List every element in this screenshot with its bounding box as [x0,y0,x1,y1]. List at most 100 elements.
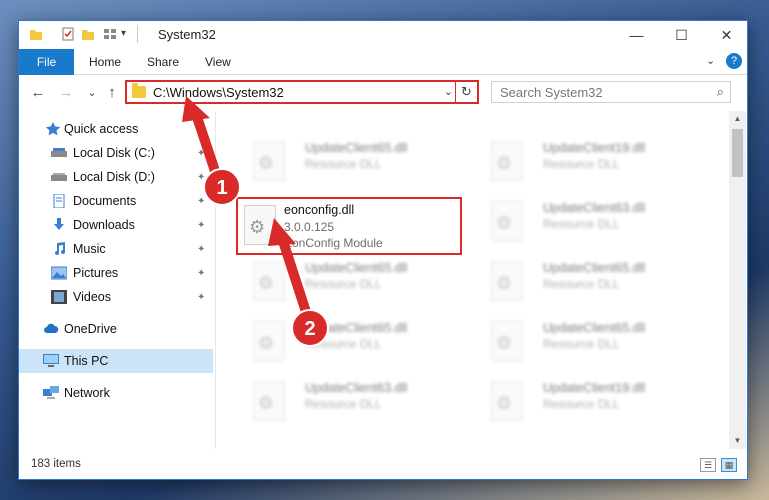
sidebar-item-label: Pictures [73,266,119,280]
file-name: eonconfig.dll [284,203,355,217]
sidebar-item-quick-access[interactable]: Quick access [19,117,213,141]
gear-icon: ⚙ [249,217,266,237]
back-button[interactable]: ← [29,84,47,102]
sidebar-item-documents[interactable]: Documents ✦ [19,189,213,213]
details-view-icon[interactable]: ☰ [700,458,716,472]
file-type: Resource DLL [305,337,382,351]
file-name: UpdateClient63.dll [543,201,646,215]
drive-icon [51,148,67,157]
vertical-scrollbar[interactable]: ▲ ▼ [729,111,746,449]
scroll-down-icon[interactable]: ▼ [729,433,746,449]
forward-button[interactable]: → [57,84,75,102]
tiles-view-icon[interactable]: ▦ [721,458,737,472]
dll-file-icon: ⚙ [491,141,523,181]
title-bar: ▾ System32 — ☐ ✕ [19,21,747,49]
sidebar-item-label: Documents [73,194,137,208]
dll-file-icon: ⚙ [253,141,285,181]
close-button[interactable]: ✕ [704,21,749,49]
file-version: 3.0.0.125 [284,220,335,234]
address-dropdown-icon[interactable]: ⌄ [444,85,453,98]
tab-file[interactable]: File [19,49,74,75]
sidebar-item-pictures[interactable]: Pictures ✦ [19,261,213,285]
dll-file-icon: ⚙ [491,261,523,301]
file-tile[interactable]: ⚙ UpdateClient65.dll Resource DLL [239,137,459,185]
file-tile[interactable]: ⚙ UpdateClient65.dll Resource DLL [477,317,697,365]
download-icon [54,218,64,230]
pictures-icon [51,266,67,280]
sidebar-item-onedrive[interactable]: OneDrive [19,317,213,341]
sidebar-item-label: Network [64,386,110,400]
file-type: Resource DLL [543,277,620,291]
maximize-button[interactable]: ☐ [659,21,704,49]
gear-icon: ⚙ [258,153,275,173]
address-bar[interactable]: C:\Windows\System32 ⌄ ↻ [125,80,479,104]
file-tile-eonconfig[interactable]: ⚙ eonconfig.dll 3.0.0.125 EonConfig Modu… [236,197,462,255]
pin-icon[interactable]: ✦ [197,268,205,279]
gear-icon: ⚙ [496,273,513,293]
address-path[interactable]: C:\Windows\System32 [153,85,284,100]
tab-share[interactable]: Share [135,49,191,75]
pin-icon[interactable]: ✦ [197,292,205,303]
file-list: ⚙ UpdateClient65.dll Resource DLL ⚙ eonc… [219,111,727,449]
computer-icon [43,354,59,367]
pin-icon[interactable]: ✦ [197,172,205,183]
sidebar-item-label: Downloads [73,218,135,232]
file-tile[interactable]: ⚙ UpdateClient19.dll Resource DLL [477,137,697,185]
tab-home[interactable]: Home [77,49,133,75]
sidebar-item-music[interactable]: Music ✦ [19,237,213,261]
item-count: 183 items [31,458,81,470]
recent-locations-button[interactable]: ⌄ [83,84,101,102]
file-tile[interactable]: ⚙ UpdateClient63.dll Resource DLL [477,197,697,245]
pin-icon[interactable]: ✦ [197,244,205,255]
tab-view[interactable]: View [193,49,243,75]
dll-file-icon: ⚙ [253,321,285,361]
pin-icon[interactable]: ✦ [197,220,205,231]
sidebar-item-label: This PC [64,354,109,368]
gear-icon: ⚙ [496,213,513,233]
sidebar-item-this-pc[interactable]: This PC [19,349,213,373]
ribbon-expand-chevron-icon[interactable]: ⌄ [706,54,715,67]
pin-icon[interactable]: ✦ [197,148,205,159]
help-icon[interactable]: ? [726,53,742,69]
properties-icon[interactable] [61,27,75,41]
file-type: Resource DLL [305,277,382,291]
file-tile[interactable]: ⚙ UpdateClient65.dll Resource DLL [239,257,459,305]
search-box[interactable]: ⌕ [491,81,731,103]
sidebar-item-local-disk-d[interactable]: Local Disk (D:) ✦ [19,165,213,189]
customize-toolbar-chevron-icon[interactable]: ▾ [121,28,126,39]
dll-file-icon: ⚙ [491,381,523,421]
search-input[interactable] [492,82,692,102]
network-icon [43,386,59,399]
file-tile[interactable]: ⚙ UpdateClient65.dll Resource DLL [239,317,459,365]
pin-icon[interactable]: ✦ [197,196,205,207]
refresh-button[interactable]: ↻ [455,82,477,102]
file-name: UpdateClient65.dll [543,261,646,275]
title-divider [137,25,138,43]
file-type: Resource DLL [305,397,382,411]
status-bar: 183 items ☰ ▦ [19,453,747,479]
file-type: Resource DLL [543,217,620,231]
scroll-thumb[interactable] [732,129,743,177]
pane-divider[interactable] [215,111,216,449]
new-folder-icon[interactable] [81,27,95,41]
sidebar-item-local-disk-c[interactable]: Local Disk (C:) ✦ [19,141,213,165]
folder-icon [30,30,42,40]
gear-icon: ⚙ [258,393,275,413]
ribbon-tabs: File Home Share View ⌄ ? [19,49,747,75]
star-icon [45,122,61,136]
sidebar-item-videos[interactable]: Videos ✦ [19,285,213,309]
sidebar-item-downloads[interactable]: Downloads ✦ [19,213,213,237]
file-tile[interactable]: ⚙ UpdateClient65.dll Resource DLL [477,257,697,305]
minimize-button[interactable]: — [614,21,659,49]
view-toggle-icon[interactable] [103,27,117,41]
file-name: UpdateClient65.dll [543,321,646,335]
up-button[interactable]: ↑ [103,84,121,102]
scroll-up-icon[interactable]: ▲ [729,111,746,127]
file-tile[interactable]: ⚙ UpdateClient19.dll Resource DLL [477,377,697,425]
search-icon[interactable]: ⌕ [717,84,724,100]
file-tile[interactable]: ⚙ UpdateClient63.dll Resource DLL [239,377,459,425]
sidebar-item-label: OneDrive [64,322,117,336]
sidebar-item-network[interactable]: Network [19,381,213,405]
file-type: Resource DLL [543,157,620,171]
sidebar-item-label: Music [73,242,106,256]
